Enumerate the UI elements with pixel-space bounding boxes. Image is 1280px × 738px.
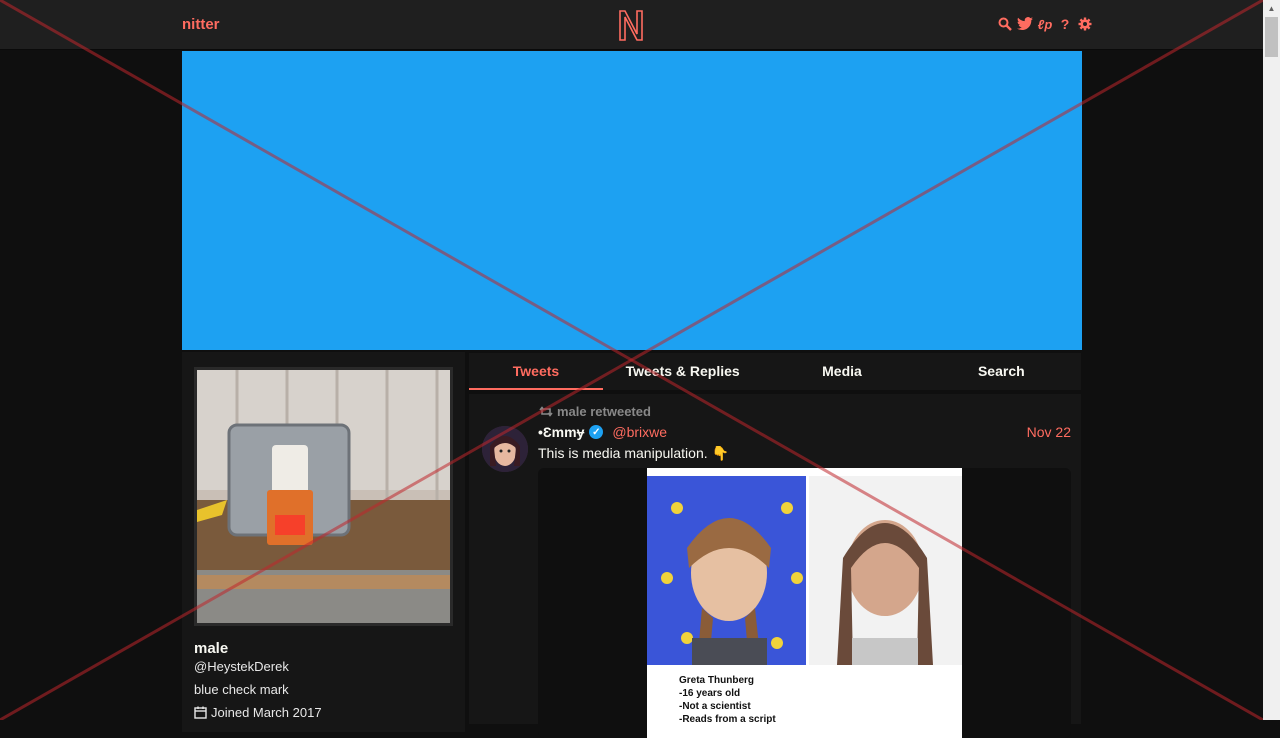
tweet-author-avatar[interactable] (482, 426, 528, 472)
profile-name: male (194, 640, 229, 657)
tweet-author[interactable]: •Ɛmmɏ ✓ @brixwe (538, 424, 667, 440)
joined-date: Joined March 2017 (211, 705, 322, 720)
tab-tweets[interactable]: Tweets (469, 353, 603, 390)
tweet-author-name[interactable]: •Ɛmmɏ (538, 424, 584, 440)
profile-card: male @HeystekDerek blue check mark Joine… (182, 352, 465, 732)
brand-link[interactable]: nitter (182, 16, 220, 33)
scroll-up-arrow-icon[interactable]: ▲ (1263, 0, 1280, 17)
twitter-bird-icon[interactable] (1017, 15, 1033, 33)
tweet-author-handle[interactable]: @brixwe (612, 424, 667, 440)
timeline: male retweeted •Ɛmmɏ ✓ @brixwe Nov 22 Th… (469, 394, 1081, 738)
verified-badge-icon: ✓ (589, 425, 604, 439)
tab-tweets-replies[interactable]: Tweets & Replies (603, 353, 762, 390)
retweet-label: male retweeted (557, 404, 651, 419)
profile-tabs: Tweets Tweets & Replies Media Search (469, 353, 1081, 390)
profile-bio: blue check mark (194, 682, 289, 697)
rss-icon[interactable]: ℓp (1037, 15, 1053, 33)
profile-joined: Joined March 2017 (194, 705, 322, 720)
tweet-media[interactable]: Greta Thunberg -16 years old -Not a scie… (538, 468, 1071, 738)
tab-search[interactable]: Search (922, 353, 1081, 390)
gear-icon[interactable] (1077, 15, 1093, 33)
tab-media[interactable]: Media (762, 353, 921, 390)
nitter-logo-icon[interactable] (617, 8, 645, 42)
tweet-text: This is media manipulation. 👇 (538, 445, 729, 461)
calendar-icon (194, 706, 207, 719)
search-icon[interactable] (997, 15, 1013, 33)
vertical-scrollbar[interactable]: ▲ (1263, 0, 1280, 720)
nav-icons: ℓp ? (997, 15, 1093, 33)
retweet-icon (539, 406, 553, 417)
help-icon[interactable]: ? (1057, 15, 1073, 33)
caption-line-3: -Not a scientist (679, 701, 751, 712)
tweet-date[interactable]: Nov 22 (1027, 424, 1071, 440)
scrollbar-thumb[interactable] (1265, 17, 1278, 57)
avatar-photo (197, 370, 450, 623)
caption-line-2: -16 years old (679, 688, 740, 699)
profile-handle[interactable]: @HeystekDerek (194, 659, 289, 674)
tweet-image[interactable]: Greta Thunberg -16 years old -Not a scie… (647, 468, 962, 738)
caption-line-1: Greta Thunberg (679, 675, 754, 686)
top-navbar: nitter ℓp ? (0, 0, 1263, 50)
profile-banner[interactable] (182, 51, 1082, 350)
retweet-header: male retweeted (539, 404, 651, 419)
profile-avatar[interactable] (194, 367, 453, 626)
